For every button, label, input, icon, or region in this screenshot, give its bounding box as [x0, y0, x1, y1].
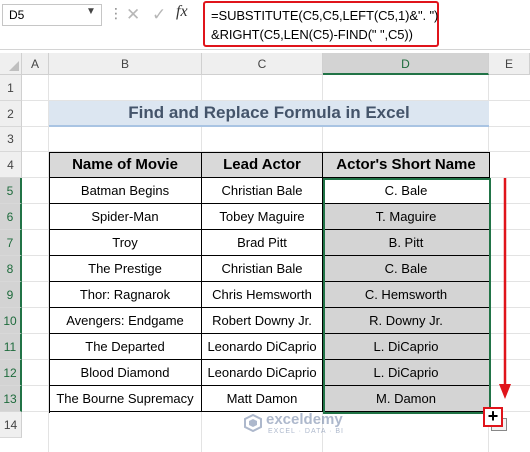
more-options-icon[interactable]: ⋮ [109, 5, 123, 21]
table-header-cell[interactable]: Actor's Short Name [323, 152, 490, 178]
watermark: exceldemy EXCEL · DATA · BI [238, 410, 398, 440]
row-header-13[interactable]: 13 [0, 386, 22, 412]
table-cell[interactable]: Robert Downy Jr. [202, 308, 323, 334]
exceldemy-logo-icon [244, 414, 262, 432]
select-all-icon [9, 61, 19, 71]
cancel-icon[interactable]: ✕ [126, 5, 140, 25]
column-header-d[interactable]: D [323, 53, 489, 75]
row-header-8[interactable]: 8 [0, 256, 22, 282]
table-cell[interactable]: Leonardo DiCaprio [202, 334, 323, 360]
formula-input[interactable]: =SUBSTITUTE(C5,C5,LEFT(C5,1)&". ") &RIGHT… [203, 1, 439, 47]
row-header-2[interactable]: 2 [0, 101, 22, 127]
row-header-9[interactable]: 9 [0, 282, 22, 308]
row-header-10[interactable]: 10 [0, 308, 22, 334]
table-cell[interactable]: R. Downy Jr. [323, 308, 490, 334]
table-cell[interactable]: Brad Pitt [202, 230, 323, 256]
watermark-name: exceldemy [266, 411, 343, 428]
enter-icon[interactable]: ✓ [152, 5, 166, 25]
formula-bar-divider [0, 49, 530, 50]
table-cell[interactable]: C. Bale [323, 256, 490, 282]
table-cell[interactable]: The Bourne Supremacy [49, 386, 202, 412]
table-cell[interactable]: Leonardo DiCaprio [202, 360, 323, 386]
column-header-c[interactable]: C [202, 53, 323, 75]
row-header-6[interactable]: 6 [0, 204, 22, 230]
row-header-14[interactable]: 14 [0, 412, 22, 438]
chevron-down-icon[interactable]: ▼ [86, 6, 96, 17]
column-header-b[interactable]: B [49, 53, 202, 75]
watermark-tagline: EXCEL · DATA · BI [268, 428, 344, 435]
row-header-4[interactable]: 4 [0, 152, 22, 178]
table-cell[interactable]: L. DiCaprio [323, 360, 490, 386]
table-cell[interactable]: T. Maguire [323, 204, 490, 230]
row-header-7[interactable]: 7 [0, 230, 22, 256]
table-cell[interactable]: The Prestige [49, 256, 202, 282]
table-cell[interactable]: Chris Hemsworth [202, 282, 323, 308]
formula-line-2: &RIGHT(C5,LEN(C5)-FIND(" ",C5)) [211, 27, 413, 42]
table-cell[interactable]: Christian Bale [202, 178, 323, 204]
table-header-cell[interactable]: Name of Movie [49, 152, 202, 178]
row-header-5[interactable]: 5 [0, 178, 22, 204]
row-header-1[interactable]: 1 [0, 75, 22, 101]
table-cell[interactable]: M. Damon [323, 386, 490, 412]
table-cell[interactable]: C. Hemsworth [323, 282, 490, 308]
formula-bar: D5 ▼ ⋮ ✕ ✓ fx =SUBSTITUTE(C5,C5,LEFT(C5,… [0, 0, 530, 50]
fill-cursor-icon: + [483, 407, 503, 427]
column-header-a[interactable]: A [22, 53, 49, 75]
table-cell[interactable]: C. Bale [323, 178, 490, 204]
table-cell[interactable]: Spider-Man [49, 204, 202, 230]
table-cell[interactable]: Christian Bale [202, 256, 323, 282]
drag-down-arrow-icon [499, 178, 511, 399]
table-cell[interactable]: B. Pitt [323, 230, 490, 256]
table-cell[interactable]: Troy [49, 230, 202, 256]
row-header-11[interactable]: 11 [0, 334, 22, 360]
table-cell[interactable]: Batman Begins [49, 178, 202, 204]
column-header-e[interactable]: E [489, 53, 530, 75]
table-cell[interactable]: Blood Diamond [49, 360, 202, 386]
table-cell[interactable]: Matt Damon [202, 386, 323, 412]
sheet-title: Find and Replace Formula in Excel [49, 101, 489, 127]
formula-line-1: =SUBSTITUTE(C5,C5,LEFT(C5,1)&". ") [211, 8, 439, 23]
table-cell[interactable]: Tobey Maguire [202, 204, 323, 230]
table-cell[interactable]: The Departed [49, 334, 202, 360]
table-cell[interactable]: L. DiCaprio [323, 334, 490, 360]
table-cell[interactable]: Avengers: Endgame [49, 308, 202, 334]
row-header-3[interactable]: 3 [0, 127, 22, 152]
insert-function-icon[interactable]: fx [176, 3, 188, 21]
table-header-cell[interactable]: Lead Actor [202, 152, 323, 178]
row-header-12[interactable]: 12 [0, 360, 22, 386]
table-cell[interactable]: Thor: Ragnarok [49, 282, 202, 308]
